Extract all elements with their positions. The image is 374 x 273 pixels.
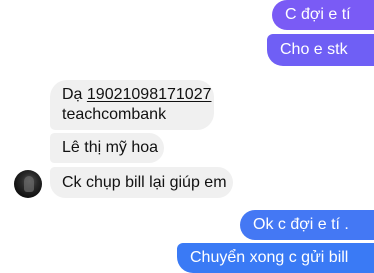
message-text: C đợi e tí xyxy=(285,6,351,23)
message-text: Chuyển xong c gửi bill xyxy=(190,249,349,266)
contact-avatar[interactable] xyxy=(14,170,42,198)
incoming-message[interactable]: Ck chụp bill lại giúp em xyxy=(50,167,233,198)
message-text: Ok c đợi e tí . xyxy=(253,216,349,233)
message-line: Dạ 19021098171027 xyxy=(62,86,212,103)
message-text: Lê thị mỹ hoa xyxy=(62,139,159,156)
outgoing-message[interactable]: Cho e stk xyxy=(267,34,374,66)
message-text: Ck chụp bill lại giúp em xyxy=(62,174,227,191)
message-text: Cho e stk xyxy=(280,41,348,58)
outgoing-message[interactable]: C đợi e tí xyxy=(272,0,374,30)
message-line: teachcombank xyxy=(62,106,167,123)
avatar-figure xyxy=(24,176,34,192)
message-thread: C đợi e tí Cho e stk Dạ 19021098171027 t… xyxy=(0,0,374,273)
outgoing-message[interactable]: Chuyển xong c gửi bill xyxy=(177,243,374,273)
incoming-message[interactable]: Lê thị mỹ hoa xyxy=(50,133,164,163)
incoming-message[interactable]: Dạ 19021098171027 teachcombank xyxy=(50,80,214,130)
account-number-link[interactable]: 19021098171027 xyxy=(87,86,212,103)
outgoing-message[interactable]: Ok c đợi e tí . xyxy=(240,210,374,240)
